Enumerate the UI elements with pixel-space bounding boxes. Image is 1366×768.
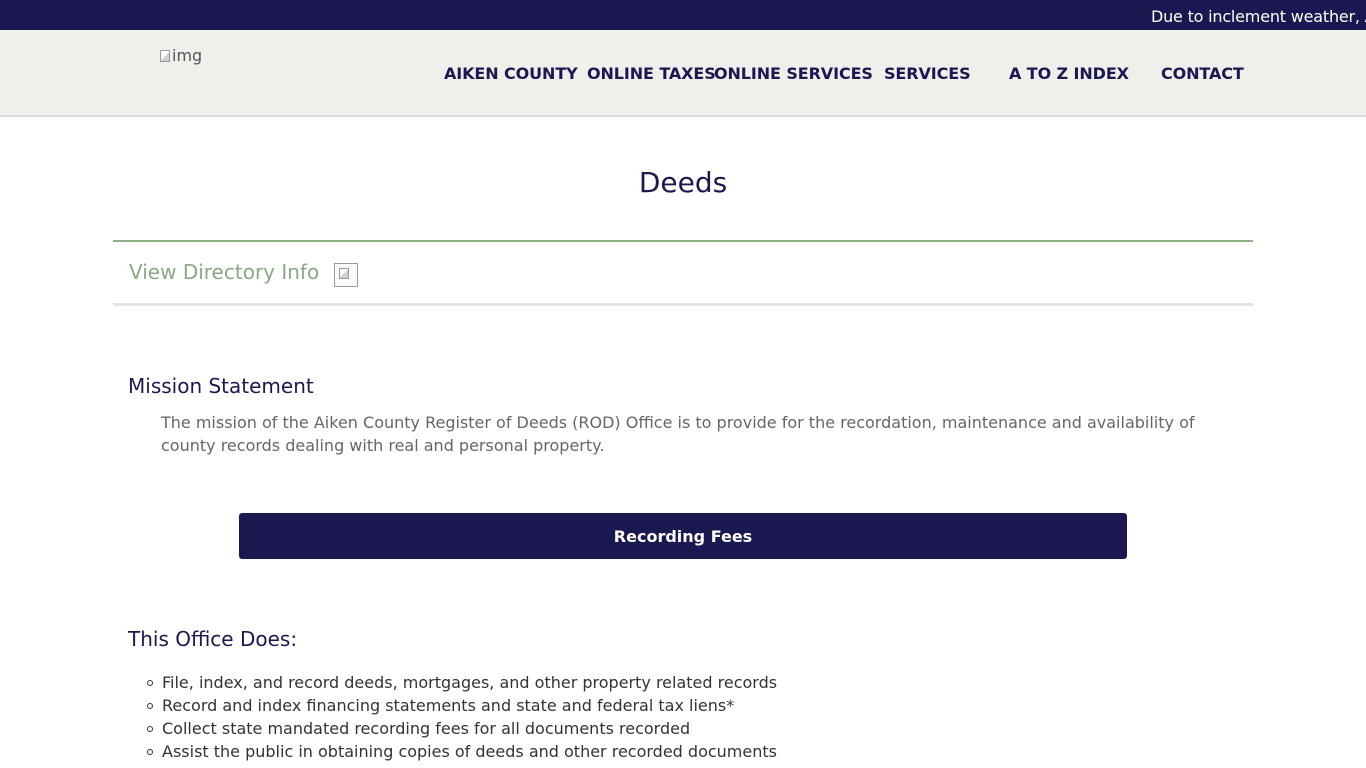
office-duties-list: File, index, and record deeds, mortgages… — [146, 671, 778, 763]
nav-online-services[interactable]: ONLINE SERVICES — [714, 64, 873, 83]
list-item: File, index, and record deeds, mortgages… — [146, 673, 778, 692]
site-header: img AIKEN COUNTY ONLINE TAXES ONLINE SER… — [0, 30, 1366, 117]
alert-text: Due to inclement weather, A — [1151, 7, 1366, 26]
list-item: Record and index financing statements an… — [146, 694, 777, 717]
list-item: Collect state mandated recording fees fo… — [146, 717, 777, 740]
page-title: Deeds — [638, 166, 728, 199]
view-directory-info-link[interactable]: View Directory Info — [129, 260, 319, 284]
alert-banner: Due to inclement weather, A — [0, 0, 1366, 30]
recording-fees-button[interactable]: Recording Fees — [239, 513, 1127, 559]
directory-image-icon[interactable] — [334, 263, 358, 287]
directory-info-bar: View Directory Info — [113, 240, 1253, 306]
list-item: Assist the public in obtaining copies of… — [146, 742, 777, 761]
nav-online-taxes[interactable]: ONLINE TAXES — [587, 64, 716, 83]
broken-image-icon — [160, 49, 170, 62]
office-duties-heading: This Office Does: — [128, 627, 298, 651]
mission-statement-heading: Mission Statement — [128, 374, 314, 398]
nav-aiken-county[interactable]: AIKEN COUNTY — [444, 64, 578, 83]
mission-statement-text: The mission of the Aiken County Register… — [161, 413, 1195, 455]
site-logo[interactable]: img — [160, 46, 202, 65]
logo-alt-text: img — [172, 46, 203, 65]
nav-services[interactable]: SERVICES — [884, 64, 971, 83]
nav-a-to-z-index[interactable]: A TO Z INDEX — [1009, 64, 1129, 83]
nav-contact[interactable]: CONTACT — [1161, 64, 1244, 83]
